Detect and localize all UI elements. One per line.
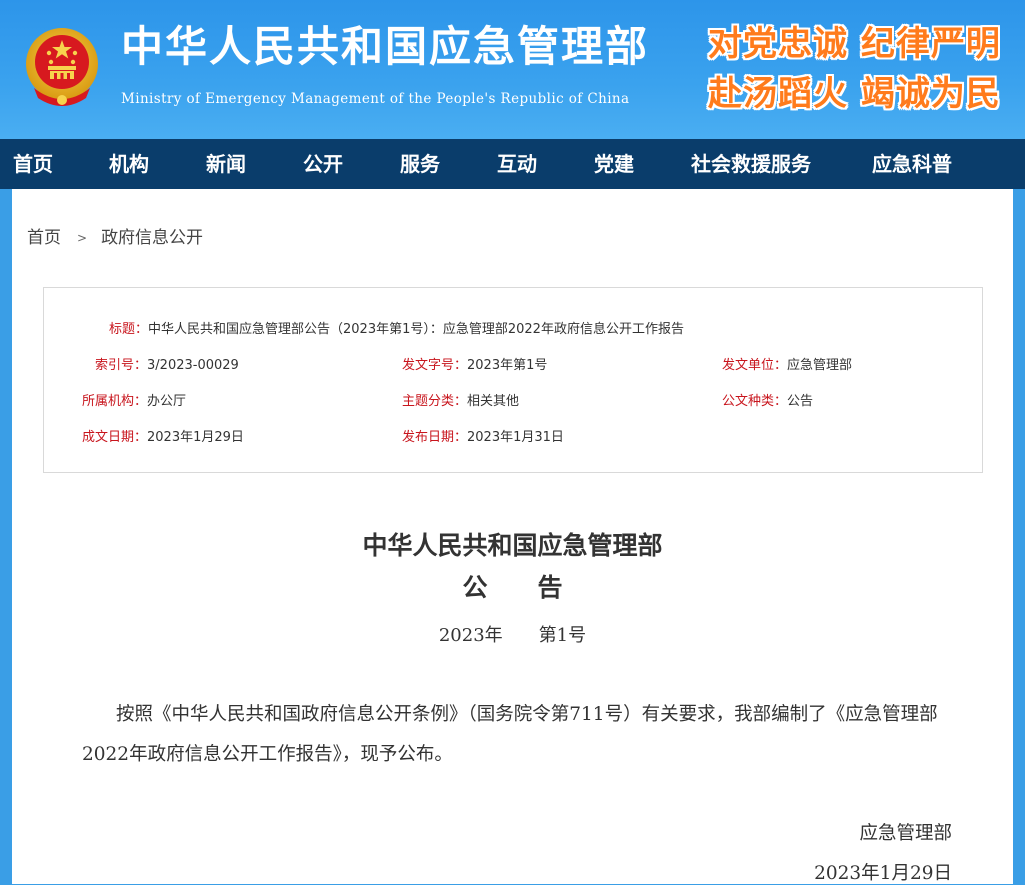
info-index-label: 索引号： — [95, 358, 148, 373]
info-type-value: 公告 — [787, 394, 814, 409]
info-org-row: 所属机构：办公厅 — [82, 390, 186, 409]
document-date: 2023年1月29日 — [814, 863, 952, 884]
info-issuer-row: 发文单位：应急管理部 — [722, 354, 852, 373]
nav-item-news[interactable]: 新闻 — [206, 139, 246, 189]
nav-item-social-rescue[interactable]: 社会救援服务 — [691, 139, 811, 189]
breadcrumb-current-link[interactable]: 政府信息公开 — [101, 228, 203, 248]
nav-item-organization[interactable]: 机构 — [109, 139, 149, 189]
document-title-line-1: 中华人民共和国应急管理部 — [362, 531, 663, 560]
info-created-label: 成文日期： — [82, 430, 148, 445]
main-nav: 首页 机构 新闻 公开 服务 互动 党建 社会救援服务 应急科普 — [0, 139, 1025, 189]
info-docno-label: 发文字号： — [402, 358, 468, 373]
document-info-box: 标题：中华人民共和国应急管理部公告（2023年第1号）：应急管理部2022年政府… — [43, 287, 983, 473]
info-issuer-label: 发文单位： — [722, 358, 788, 373]
nav-item-services[interactable]: 服务 — [400, 139, 440, 189]
info-index-row: 索引号：3/2023-00029 — [95, 354, 239, 373]
info-published-row: 发布日期：2023年1月31日 — [402, 426, 564, 445]
info-title-value: 中华人民共和国应急管理部公告（2023年第1号）：应急管理部2022年政府信息公… — [148, 322, 684, 337]
document-body: 按照《中华人民共和国政府信息公开条例》（国务院令第711号）有关要求，我部编制了… — [82, 704, 938, 765]
slogan-line-2: 赴汤蹈火 竭诚为民 — [708, 74, 1001, 114]
info-org-label: 所属机构： — [82, 394, 148, 409]
info-type-label: 公文种类： — [722, 394, 788, 409]
info-title-row: 标题：中华人民共和国应急管理部公告（2023年第1号）：应急管理部2022年政府… — [109, 318, 684, 337]
nav-item-disclosure[interactable]: 公开 — [303, 139, 343, 189]
site-title: 中华人民共和国应急管理部 — [121, 22, 650, 71]
document-number: 2023年 第1号 — [438, 625, 587, 646]
document-signature: 应急管理部 — [859, 823, 952, 844]
info-created-row: 成文日期：2023年1月29日 — [82, 426, 244, 445]
nav-item-party-building[interactable]: 党建 — [594, 139, 634, 189]
document-title-line-2: 公 告 — [462, 573, 563, 602]
info-type-row: 公文种类：公告 — [722, 390, 813, 409]
info-published-label: 发布日期： — [402, 430, 468, 445]
info-created-value: 2023年1月29日 — [147, 430, 244, 445]
site-header: 中华人民共和国应急管理部 Ministry of Emergency Manag… — [0, 0, 1025, 139]
site-subtitle: Ministry of Emergency Management of the … — [121, 91, 630, 107]
nav-item-emergency-science[interactable]: 应急科普 — [872, 139, 952, 189]
info-issuer-value: 应急管理部 — [787, 358, 853, 373]
info-topic-value: 相关其他 — [467, 394, 520, 409]
nav-item-home[interactable]: 首页 — [13, 139, 53, 189]
info-published-value: 2023年1月31日 — [467, 430, 564, 445]
info-docno-row: 发文字号：2023年第1号 — [402, 354, 547, 373]
content-panel: 首页 > 政府信息公开 标题：中华人民共和国应急管理部公告（2023年第1号）：应急… — [12, 189, 1013, 884]
breadcrumb-separator: > — [77, 231, 88, 245]
info-title-label: 标题： — [109, 322, 149, 337]
breadcrumb: 首页 > 政府信息公开 — [27, 223, 203, 248]
slogan-line-1: 对党忠诚 纪律严明 — [708, 24, 1001, 64]
nav-item-interaction[interactable]: 互动 — [497, 139, 537, 189]
info-index-value: 3/2023-00029 — [147, 358, 239, 373]
breadcrumb-home-link[interactable]: 首页 — [27, 228, 61, 248]
info-topic-row: 主题分类：相关其他 — [402, 390, 519, 409]
info-topic-label: 主题分类： — [402, 394, 468, 409]
info-docno-value: 2023年第1号 — [467, 358, 548, 373]
national-emblem-icon[interactable] — [24, 26, 100, 110]
info-org-value: 办公厅 — [147, 394, 187, 409]
